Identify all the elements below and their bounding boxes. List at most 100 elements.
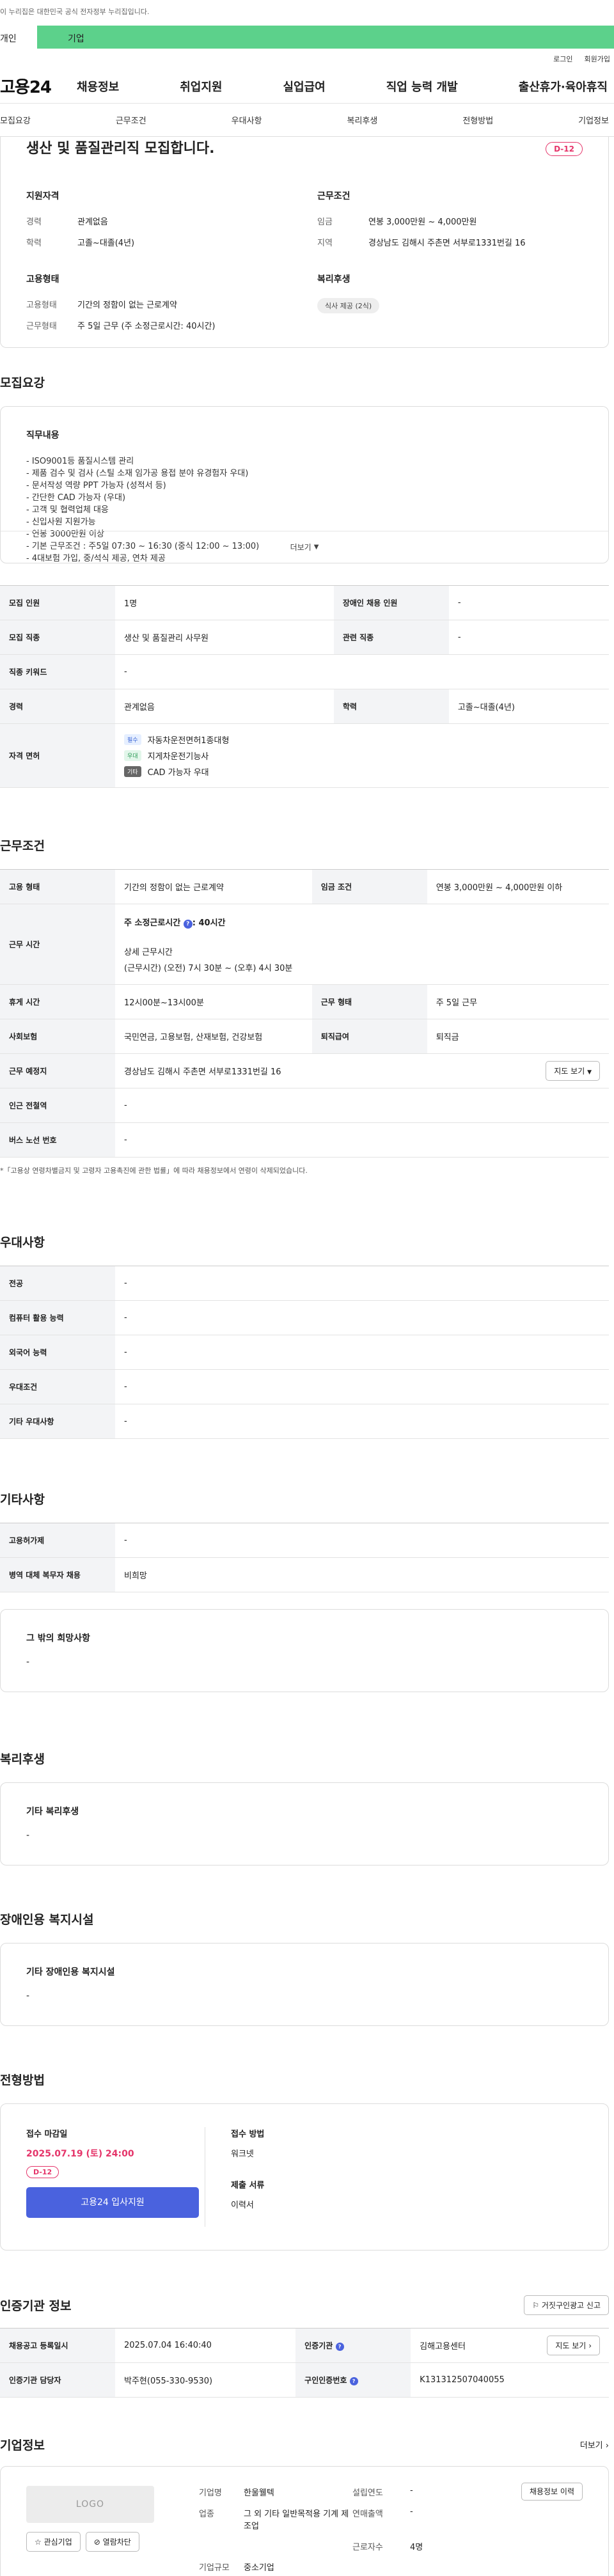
anchor-work[interactable]: 근무조건 xyxy=(116,114,146,126)
gnb-item-training[interactable]: 직업 능력 개발 xyxy=(386,78,458,95)
anchor-apply[interactable]: 전형방법 xyxy=(462,114,493,126)
emp-label: 고용 형태 xyxy=(0,869,115,904)
flag-icon: ⚐ xyxy=(532,2301,540,2310)
gnb-item-unemployment[interactable]: 실업급여 xyxy=(283,78,326,95)
etc-label: 병역 대체 복무자 채용 xyxy=(0,1557,115,1592)
emp-heading: 고용형태 xyxy=(26,274,59,285)
hours-detail: (근무시간) (오전) 7시 30분 ~ (오후) 4시 30분 xyxy=(124,963,293,973)
docs-value: 이력서 xyxy=(231,2201,254,2210)
welfare-heading: 복리후생 xyxy=(317,274,350,285)
docs-label: 제출 서류 xyxy=(231,2181,265,2190)
gnb-item-support[interactable]: 취업지원 xyxy=(180,78,222,95)
certify-title: 인증기관 정보 xyxy=(0,2299,72,2313)
welfare-section: 복리후생 기타 복리후생 - xyxy=(0,1750,614,1865)
job-desc-line: - 고객 및 협력업체 대응 xyxy=(26,505,109,515)
anchor-pref[interactable]: 우대사항 xyxy=(232,114,262,126)
gnb-item-jobs[interactable]: 채용정보 xyxy=(77,78,119,95)
chevron-down-icon: ▼ xyxy=(587,1069,592,1076)
method-label: 접수 방법 xyxy=(231,2130,265,2139)
work-section: 근무조건 고용 형태 기간의 정함이 없는 근로계약 임금 조건 연봉 3,00… xyxy=(0,836,614,1175)
pref-section: 우대사항 전공 - 컴퓨터 활용 능력 - 외국어 능력 - 우대조건 - 기타 우대사… xyxy=(0,1233,614,1439)
tab-person[interactable]: 개인 xyxy=(0,26,37,49)
hours-weekly-value: : 40시간 xyxy=(192,918,226,928)
apply-section: 전형방법 접수 마감일 2025.07.19 (토) 24:00 D-12 고용… xyxy=(0,2071,614,2250)
place-value: 경상남도 김해시 주촌면 서부로1331번길 16 지도 보기 ▼ xyxy=(115,1053,609,1088)
etc-value: 비희망 xyxy=(115,1557,609,1592)
pref-title: 우대사항 xyxy=(0,1236,45,1250)
login-link[interactable]: 로그인 xyxy=(553,54,572,64)
pref-value: - xyxy=(115,1335,609,1370)
pref-label: 컴퓨터 활용 능력 xyxy=(0,1300,115,1335)
org-name: 김해고용센터 xyxy=(420,2342,466,2352)
cond-region-value: 경상남도 김해시 주촌면 서부로1331번길 16 xyxy=(368,239,526,248)
job-desc-line: - 문서작성 역량 PPT 가능자 (성적서 등) xyxy=(26,481,166,491)
job-desc-line: - 신입사원 지원가능 xyxy=(26,517,96,527)
form-value: 주 5일 근무 xyxy=(427,984,609,1019)
wage-value: 연봉 3,000만원 ~ 4,000만원 이하 xyxy=(427,869,609,904)
info-icon[interactable]: ? xyxy=(183,919,193,929)
block-icon: ⊘ xyxy=(93,2538,100,2547)
emp-type-value: 기간의 정함이 없는 근로계약 xyxy=(77,301,177,310)
hours-label: 근무 시간 xyxy=(0,904,115,985)
map-button[interactable]: 지도 보기 ▼ xyxy=(546,1061,600,1081)
org-map-button[interactable]: 지도 보기 › xyxy=(547,2336,600,2355)
headcount-label: 모집 인원 xyxy=(0,585,115,620)
corp-emp-value: 4명 xyxy=(410,2542,423,2552)
chevron-right-icon: › xyxy=(605,2441,609,2451)
reg-label: 채용공고 등록일시 xyxy=(0,2328,115,2363)
history-button[interactable]: 채용정보 이력 xyxy=(521,2483,583,2501)
more-button[interactable]: 더보기 ▼ xyxy=(1,531,608,563)
id-label-text: 구인인증번호 xyxy=(304,2376,347,2385)
block-company-button[interactable]: ⊘ 열람차단 xyxy=(85,2532,139,2552)
reg-value: 2025.07.04 16:40:40 xyxy=(115,2328,296,2363)
corp-found-label: 설립연도 xyxy=(352,2488,383,2498)
favorite-company-button[interactable]: ☆ 관심기업 xyxy=(26,2532,81,2552)
join-link[interactable]: 회원가입 xyxy=(585,54,610,64)
anchor-recruit[interactable]: 모집요강 xyxy=(0,114,31,126)
anchor-welfare[interactable]: 복리후생 xyxy=(347,114,377,126)
insurance-value: 국민연금, 고용보험, 산재보험, 건강보험 xyxy=(115,1019,312,1054)
cond-wage-label: 임금 xyxy=(317,217,333,227)
corp-name-value: 한울웰텍 xyxy=(244,2488,274,2498)
info-icon[interactable]: ? xyxy=(349,2377,358,2385)
pref-table: 전공 - 컴퓨터 활용 능력 - 외국어 능력 - 우대조건 - 기타 우대사항 - xyxy=(0,1266,609,1439)
company-more-label: 더보기 xyxy=(579,2441,603,2451)
keyword-value: - xyxy=(115,654,609,689)
emp-form-label: 근무형태 xyxy=(26,322,57,331)
info-icon[interactable]: ? xyxy=(335,2343,344,2351)
hours-value: 주 소정근로시간 ?: 40시간 상세 근무시간 (근무시간) (오전) 7시 … xyxy=(115,904,609,985)
license-tag: 필수 xyxy=(124,734,141,745)
company-more-link[interactable]: 더보기 › xyxy=(580,2439,609,2451)
license-name: CAD 가능자 우대 xyxy=(147,768,209,778)
report-button[interactable]: ⚐ 거짓구인광고 신고 xyxy=(524,2295,609,2315)
site-logo[interactable]: 고용24 xyxy=(0,74,77,98)
disabled-card: 기타 장애인용 복지시설 - xyxy=(0,1943,609,2026)
welfare-card: 기타 복리후생 - xyxy=(0,1782,609,1865)
bus-label: 버스 노선 번호 xyxy=(0,1122,115,1158)
block-label: 열람차단 xyxy=(102,2538,131,2547)
org-label: 인증기관 ? xyxy=(295,2328,411,2363)
career-label: 경력 xyxy=(0,689,115,724)
etc-label: 고용허가제 xyxy=(0,1523,115,1558)
apply-button[interactable]: 고용24 입사지원 xyxy=(26,2187,199,2218)
pref-label: 우대조건 xyxy=(0,1369,115,1404)
license-tag: 기타 xyxy=(124,766,141,777)
hours-detail-title: 상세 근무시간 xyxy=(124,947,173,957)
section-anchor-nav: 모집요강 근무조건 우대사항 복리후생 전형방법 기업정보 xyxy=(0,104,614,137)
form-label: 근무 형태 xyxy=(311,984,427,1019)
gnb-item-leave[interactable]: 출산휴가·육아휴직 xyxy=(519,78,608,95)
emp-form-value: 주 5일 근무 (주 소정근로시간: 40시간) xyxy=(77,322,216,331)
anchor-company[interactable]: 기업정보 xyxy=(578,114,609,126)
place-address: 경상남도 김해시 주촌면 서부로1331번길 16 xyxy=(124,1067,281,1077)
pref-label: 기타 우대사항 xyxy=(0,1404,115,1439)
tab-corporate[interactable]: 기업 xyxy=(37,26,614,49)
license-name: 자동차운전면허1종대형 xyxy=(147,736,230,746)
keyword-label: 직종 키워드 xyxy=(0,654,115,689)
report-label: 거짓구인광고 신고 xyxy=(541,2301,601,2310)
company-logo: LOGO xyxy=(26,2486,154,2523)
chevron-right-icon: › xyxy=(588,2341,592,2350)
qual-heading: 지원자격 xyxy=(26,191,59,201)
welfare-sub: 기타 복리후생 xyxy=(26,1807,79,1817)
job-desc-line: - 제품 검수 및 검사 (스틸 소재 임가공 용접 분야 유경험자 우대) xyxy=(26,469,249,478)
hours-weekly-label: 주 소정근로시간 xyxy=(124,918,181,928)
